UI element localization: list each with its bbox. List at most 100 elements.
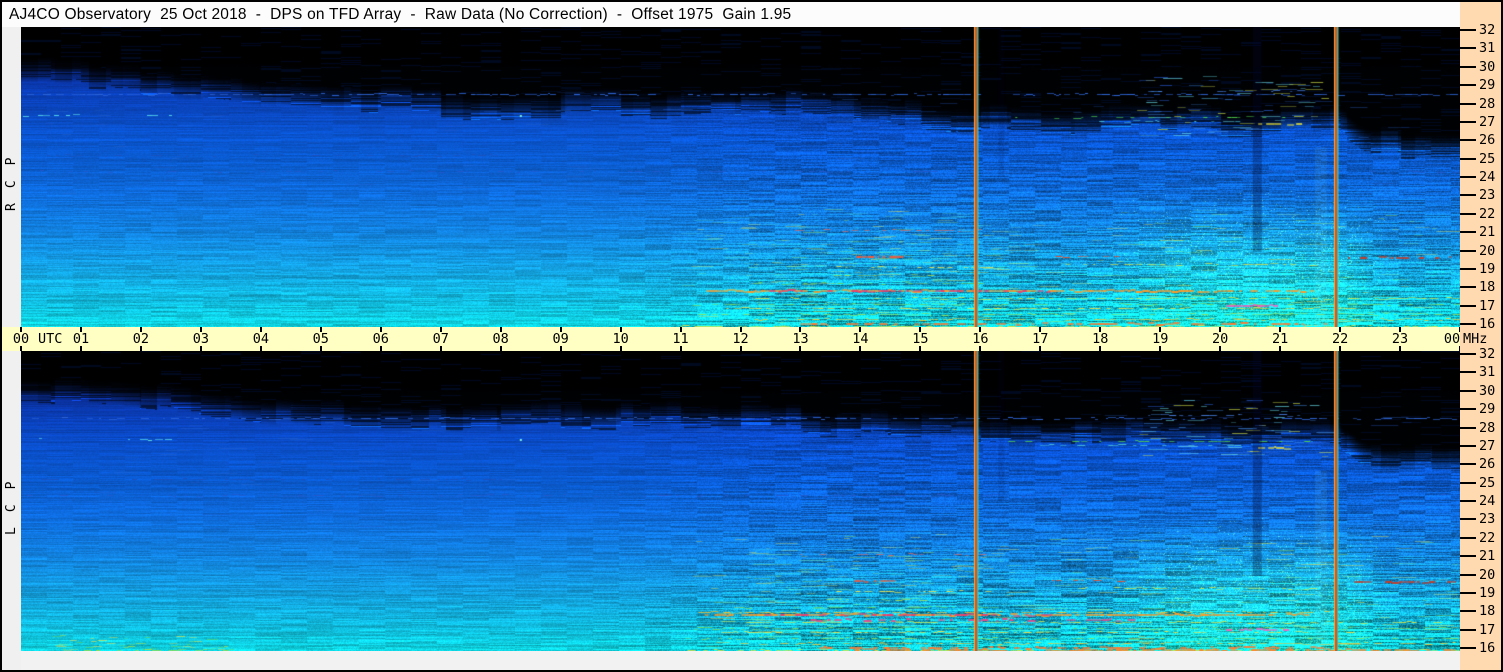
time-axis-tick-bottom bbox=[620, 346, 622, 351]
frequency-axis-tick bbox=[1460, 591, 1476, 594]
frequency-axis-label: 20 bbox=[1479, 242, 1496, 259]
frequency-axis-tick bbox=[1460, 323, 1476, 325]
time-axis-tick-top bbox=[380, 327, 382, 332]
frequency-axis-tick bbox=[1460, 353, 1476, 355]
frequency-axis-label: 32 bbox=[1479, 22, 1496, 38]
time-axis-tick-bottom bbox=[440, 346, 442, 351]
frequency-axis-label: 18 bbox=[1479, 279, 1496, 296]
time-axis-hour-label: 00 bbox=[12, 331, 30, 347]
frequency-axis: MHz 32 31 30 29 28 27 26 25 24 23 22 21 20 19 18 17 16 32… bbox=[1460, 2, 1501, 670]
time-axis-hour-label: 20 bbox=[1212, 331, 1229, 347]
time-axis-tick-top bbox=[20, 327, 22, 332]
time-axis-hour-label: 17 bbox=[1032, 331, 1049, 347]
frequency-axis-tick bbox=[1460, 518, 1476, 521]
frequency-axis-tick bbox=[1460, 139, 1476, 142]
frequency-axis-label: 30 bbox=[1479, 382, 1496, 399]
frequency-axis-label: 26 bbox=[1479, 132, 1496, 149]
frequency-axis-label: 18 bbox=[1479, 603, 1496, 620]
time-axis-tick-bottom bbox=[560, 346, 562, 351]
time-axis-hour-label: 14 bbox=[852, 331, 869, 347]
frequency-axis-label: 25 bbox=[1479, 474, 1496, 491]
frequency-axis-tick bbox=[1460, 408, 1476, 411]
frequency-axis-tick bbox=[1460, 102, 1476, 105]
frequency-axis-label: 28 bbox=[1479, 419, 1496, 436]
frequency-axis-label: 27 bbox=[1479, 437, 1496, 454]
frequency-axis-label: 24 bbox=[1479, 493, 1496, 509]
rcp-panel-label: RCP bbox=[4, 142, 19, 212]
frequency-axis-tick bbox=[1460, 29, 1476, 31]
frequency-axis-tick bbox=[1460, 500, 1476, 502]
frequency-axis-label: 28 bbox=[1479, 95, 1496, 112]
time-axis-hour-label: 09 bbox=[552, 331, 569, 347]
time-axis-tick-bottom bbox=[200, 346, 202, 351]
time-axis-tick-bottom bbox=[80, 346, 82, 351]
time-axis-tick-bottom bbox=[1219, 346, 1221, 351]
time-axis-hour-label: 11 bbox=[672, 331, 689, 347]
frequency-axis-tick bbox=[1460, 610, 1476, 613]
time-axis-tick-bottom bbox=[1279, 346, 1281, 351]
frequency-axis-label: 16 bbox=[1479, 316, 1496, 332]
time-axis-hour-label: 02 bbox=[132, 331, 150, 347]
time-axis-tick-bottom bbox=[799, 346, 801, 351]
bottom-margin bbox=[21, 651, 1460, 670]
time-axis-tick-bottom bbox=[320, 346, 322, 351]
frequency-axis-tick bbox=[1460, 157, 1476, 160]
time-axis-tick-top bbox=[200, 327, 202, 332]
time-axis-tick-top bbox=[500, 327, 502, 332]
time-axis-tick-bottom bbox=[979, 346, 981, 351]
frequency-axis-tick bbox=[1460, 267, 1476, 270]
time-axis-tick-top bbox=[440, 327, 442, 332]
time-axis-tick-top bbox=[1159, 327, 1161, 332]
frequency-axis-label: 26 bbox=[1479, 456, 1496, 473]
frequency-axis-label: 17 bbox=[1479, 297, 1496, 314]
time-axis-tick-bottom bbox=[500, 346, 502, 351]
time-axis-tick-bottom bbox=[859, 346, 861, 351]
frequency-axis-label: 22 bbox=[1479, 205, 1496, 222]
frequency-axis-tick bbox=[1460, 304, 1476, 307]
frequency-axis-label: 21 bbox=[1479, 224, 1496, 241]
time-axis-tick-top bbox=[1039, 327, 1041, 332]
time-axis-tick-bottom bbox=[1399, 346, 1401, 351]
time-axis-tick-top bbox=[979, 327, 981, 332]
frequency-axis-tick bbox=[1460, 647, 1476, 649]
frequency-axis-tick bbox=[1460, 47, 1476, 50]
frequency-axis-tick bbox=[1460, 628, 1476, 631]
time-axis-hour-label: 07 bbox=[432, 331, 449, 347]
frequency-axis-tick bbox=[1460, 389, 1476, 392]
time-axis-tick-bottom bbox=[1159, 346, 1161, 351]
time-axis-tick-top bbox=[859, 327, 861, 332]
time-axis-tick-top bbox=[1339, 327, 1341, 332]
rcp-spectrogram-canvas bbox=[21, 27, 1460, 327]
frequency-axis-tick bbox=[1460, 176, 1476, 178]
time-axis-hour-label: 01 bbox=[72, 331, 90, 347]
frequency-axis-label: 31 bbox=[1479, 364, 1496, 381]
frequency-axis-label: 29 bbox=[1479, 401, 1496, 418]
lcp-spectrogram-canvas bbox=[21, 351, 1460, 651]
frequency-axis-label: 17 bbox=[1479, 621, 1496, 638]
time-axis-tick-top bbox=[919, 327, 921, 332]
time-axis-tick-top bbox=[680, 327, 682, 332]
time-axis-tick-top bbox=[620, 327, 622, 332]
time-axis-hour-label: 10 bbox=[612, 331, 629, 347]
frequency-axis-tick bbox=[1460, 120, 1476, 123]
time-axis-tick-top bbox=[320, 327, 322, 332]
frequency-axis-label: 25 bbox=[1479, 150, 1496, 167]
frequency-axis-label: 20 bbox=[1479, 566, 1496, 583]
frequency-axis-label: 32 bbox=[1479, 346, 1496, 362]
time-axis-hour-label: 16 bbox=[972, 331, 989, 347]
frequency-axis-tick bbox=[1460, 444, 1476, 447]
time-axis-tick-bottom bbox=[1099, 346, 1101, 351]
time-axis-tick-top bbox=[1099, 327, 1101, 332]
frequency-axis-tick bbox=[1460, 194, 1476, 197]
time-axis-tick-bottom bbox=[680, 346, 682, 351]
time-axis-hour-label: 23 bbox=[1391, 331, 1409, 347]
time-axis-hour-label: 13 bbox=[792, 331, 809, 347]
frequency-axis-label: 16 bbox=[1479, 640, 1496, 656]
frequency-axis-tick bbox=[1460, 84, 1476, 87]
time-axis-tick-top bbox=[80, 327, 82, 332]
spectrogram-app-window: AJ4CO Observatory 25 Oct 2018 - DPS on T… bbox=[0, 0, 1503, 672]
frequency-axis-tick bbox=[1460, 286, 1476, 289]
frequency-axis-label: 24 bbox=[1479, 169, 1496, 185]
time-axis-tick-top bbox=[799, 327, 801, 332]
time-axis-hour-label: 06 bbox=[372, 331, 389, 347]
